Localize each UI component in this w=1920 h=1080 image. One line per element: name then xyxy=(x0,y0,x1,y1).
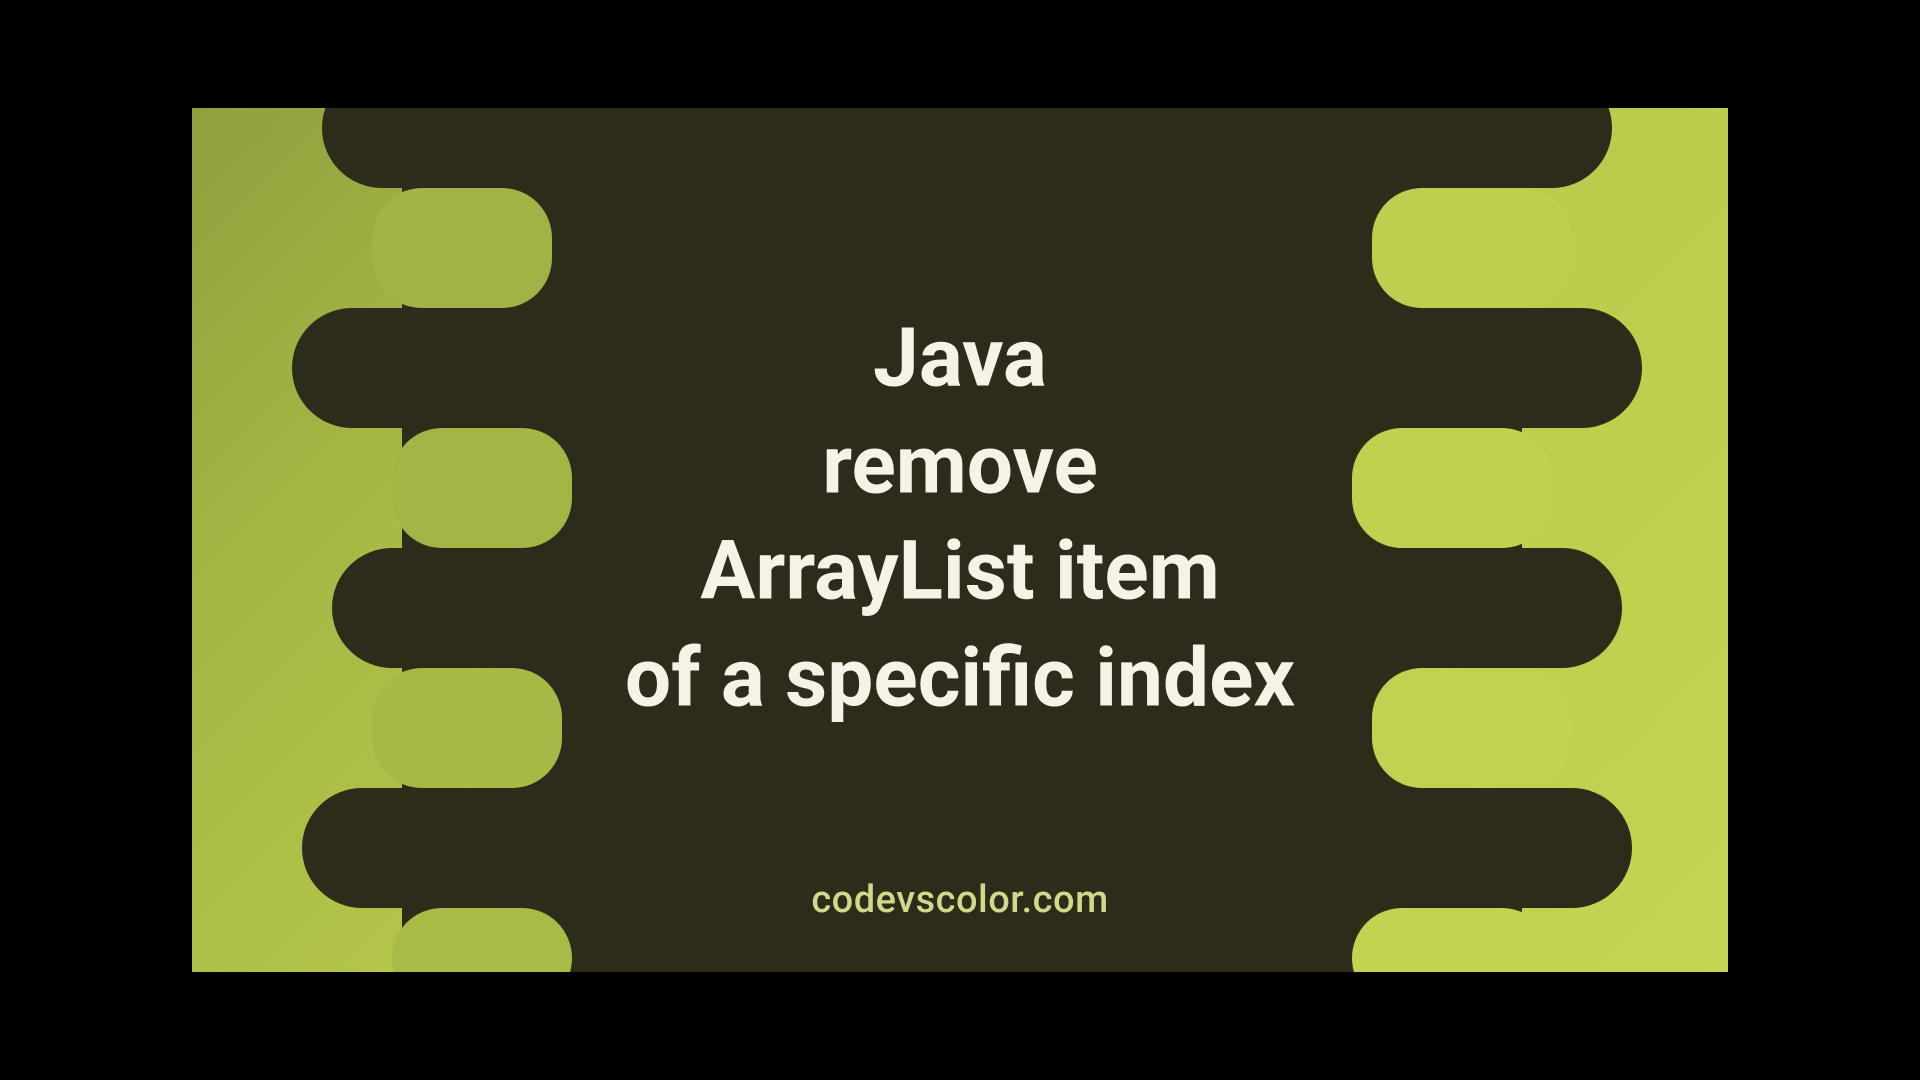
blob-bump xyxy=(292,308,522,428)
blob-bump xyxy=(1402,548,1622,668)
blob-bump xyxy=(1412,108,1612,188)
blob-bump xyxy=(1432,788,1632,908)
blob-cutout xyxy=(392,428,572,548)
blob-bump xyxy=(302,788,522,908)
banner-title: Java remove ArrayList item of a specific… xyxy=(625,305,1295,731)
blob-bump xyxy=(1442,308,1642,428)
blob-cutout xyxy=(1372,188,1572,308)
banner-graphic: Java remove ArrayList item of a specific… xyxy=(192,108,1728,972)
blob-cutout xyxy=(1352,908,1552,972)
title-line-2: remove xyxy=(625,412,1295,519)
blob-cutout xyxy=(1352,428,1552,548)
title-line-4: of a specific index xyxy=(625,625,1295,732)
blob-bump xyxy=(332,548,532,668)
blob-cutout xyxy=(372,668,562,788)
blob-cutout xyxy=(372,188,552,308)
blob-bump xyxy=(322,108,522,188)
title-line-1: Java xyxy=(625,305,1295,412)
title-line-3: ArrayList item xyxy=(625,519,1295,626)
watermark-text: codevscolor.com xyxy=(811,878,1108,922)
blob-cutout xyxy=(392,908,572,972)
blob-cutout xyxy=(1372,668,1572,788)
